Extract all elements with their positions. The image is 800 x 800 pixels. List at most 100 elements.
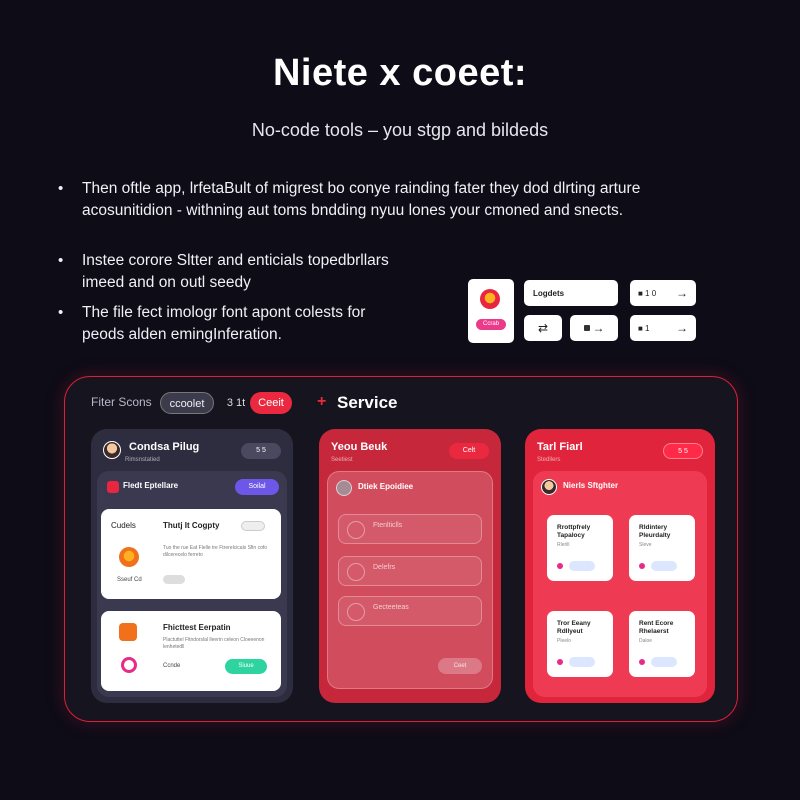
widget-label: ■ 1: [638, 323, 650, 333]
widget-label: Cudels: [111, 521, 136, 530]
phone-card: Yeou Beuk Seetiest Celt Dtiek Epoidiee F…: [319, 429, 501, 703]
tile-subtitle: Sleve: [639, 542, 652, 548]
filter-chip[interactable]: 3 1t: [222, 392, 250, 414]
toggle-switch[interactable]: [241, 521, 265, 531]
app-tile[interactable]: Ccrab: [468, 279, 514, 343]
confirm-button[interactable]: Siuue: [225, 659, 267, 674]
header-pill[interactable]: 5 5: [241, 443, 281, 459]
tag-pill: [569, 561, 595, 571]
panel-title: Dtiek Epoidiee: [358, 482, 414, 491]
tag-pill: [651, 561, 677, 571]
page-subtitle: No-code tools – you stgp and bildeds: [251, 120, 549, 140]
avatar: [103, 441, 121, 459]
inner-panel: Nierls Sftghter Rrottpfrely Tapalocy Rle…: [533, 471, 707, 697]
circle-icon: [121, 657, 137, 673]
bullet-dot: •: [58, 304, 64, 321]
widget-text: Tuo the rue Eat Flelle tre Ftrerelcicals…: [163, 545, 268, 558]
status-dot-icon: [557, 659, 563, 665]
list-item-label: Delefrs: [373, 564, 396, 571]
widget-text: Plactuttel Fitndorslal lleerin celeon Cl…: [163, 637, 265, 650]
widget-footer: Ccnde: [163, 663, 181, 669]
filter-label: Fiter Scons: [91, 395, 152, 409]
showcase-frame: Fiter Scons ccoolet 3 1t Ceeit + Service…: [64, 376, 738, 722]
inner-panel: Fledt Eptellare Soilal Cudels Thutj It C…: [97, 471, 287, 697]
tag-pill: [569, 657, 595, 667]
widget-button[interactable]: Logdets: [524, 280, 618, 306]
tag-pill: [651, 657, 677, 667]
status-dot-icon: [639, 659, 645, 665]
grid-tile[interactable]: Tror Eeany Rdllyeut Pleelo: [547, 611, 613, 677]
list-item: • Then oftle app, lrfetaBult of migrest …: [58, 178, 678, 226]
header-pill[interactable]: Celt: [449, 443, 489, 459]
list-item: • The file fect imologr font apont coles…: [58, 302, 398, 350]
tile-title: Tror Eeany Rdllyeut: [557, 620, 591, 635]
bullet-text: Instee corore Sltter and enticials toped…: [82, 252, 389, 291]
inner-panel: Dtiek Epoidiee Ftenlticlls Delefrs Gecte…: [327, 471, 493, 689]
tile-subtitle: Pleelo: [557, 638, 571, 644]
card-title: Yeou Beuk: [331, 441, 388, 453]
shield-icon: [107, 481, 119, 493]
header-pill[interactable]: 5 5: [663, 443, 703, 459]
arrow-right-icon: →: [676, 321, 688, 335]
tile-title: Rent Ecore Rhelaerst: [639, 620, 674, 635]
list-item: • Instee corore Sltter and enticials top…: [58, 250, 398, 298]
tag-pill: [163, 575, 185, 584]
list-item-label: Ftenlticlls: [373, 522, 403, 529]
filter-chip[interactable]: ccoolet: [160, 392, 214, 414]
arrow-swap-icon: ⇄: [537, 321, 549, 335]
flame-icon: [119, 547, 139, 567]
card-title: Tarl Fiarl: [537, 441, 583, 453]
panel-pill[interactable]: Soilal: [235, 479, 279, 495]
tile-title: Rrottpfrely Tapalocy: [557, 524, 591, 539]
tile-subtitle: Rlerill: [557, 542, 570, 548]
status-dot-icon: [639, 563, 645, 569]
plus-icon[interactable]: +: [317, 393, 326, 411]
widget-next-button[interactable]: ■ 1 →: [630, 315, 696, 341]
avatar: [541, 479, 557, 495]
circle-icon: [347, 603, 365, 621]
widget-next-button[interactable]: ■ 1 0 →: [630, 280, 696, 306]
section-title: Service: [337, 393, 398, 412]
list-item[interactable]: Ftenlticlls: [338, 514, 482, 544]
panel-title: Fledt Eptellare: [123, 481, 179, 490]
tile-title: Rldintery Pleurdalty: [639, 524, 671, 539]
widget-stop-button[interactable]: →: [570, 315, 618, 341]
list-item[interactable]: Delefrs: [338, 556, 482, 586]
card-subtitle: Seetiest: [331, 457, 353, 463]
arrow-right-icon: →: [676, 286, 688, 300]
widget-swap-button[interactable]: ⇄: [524, 315, 562, 341]
card-subtitle: Rimsnstatied: [125, 457, 160, 463]
avatar: [336, 480, 352, 496]
widget-title: Thutj It Cogpty: [163, 521, 220, 530]
card-title: Condsa Pilug: [129, 441, 200, 453]
bullet-dot: •: [58, 252, 64, 269]
bullet-text: Then oftle app, lrfetaBult of migrest bo…: [82, 180, 641, 219]
submit-button[interactable]: Ceet: [438, 658, 482, 674]
grid-tile[interactable]: Rrottpfrely Tapalocy Rlerill: [547, 515, 613, 581]
tile-subtitle: Daloe: [639, 638, 653, 644]
card-subtitle: Stedllers: [537, 457, 561, 463]
circle-icon: [347, 521, 365, 539]
bullet-dot: •: [58, 180, 64, 197]
filter-chip-active[interactable]: Ceeit: [250, 392, 292, 414]
status-dot-icon: [557, 563, 563, 569]
grid-tile[interactable]: Rent Ecore Rhelaerst Daloe: [629, 611, 695, 677]
arrow-right-icon: →: [592, 321, 605, 335]
widget-card[interactable]: Cudels Thutj It Cogpty Tuo the rue Eat F…: [101, 509, 281, 599]
list-item-label: Gecteeteas: [373, 604, 409, 611]
app-logo-icon: [480, 289, 500, 309]
bullet-text: The file fect imologr font apont colests…: [82, 304, 366, 343]
widget-label: ■ 1 0: [638, 288, 657, 298]
phone-card: Condsa Pilug Rimsnstatied 5 5 Fledt Epte…: [91, 429, 293, 703]
widget-footer: Sseuf Cd: [117, 577, 142, 583]
play-icon: [119, 623, 137, 641]
stop-icon: [583, 325, 590, 331]
panel-title: Nierls Sftghter: [563, 481, 619, 490]
app-pill: Ccrab: [476, 319, 506, 330]
circle-icon: [347, 563, 365, 581]
phone-card: Tarl Fiarl Stedllers 5 5 Nierls Sftghter…: [525, 429, 715, 703]
widget-card[interactable]: Fhicttest Eerpatin Plactuttel Fitndorsla…: [101, 611, 281, 691]
list-item[interactable]: Gecteeteas: [338, 596, 482, 626]
page-title: Niete x coeet:: [272, 52, 528, 94]
grid-tile[interactable]: Rldintery Pleurdalty Sleve: [629, 515, 695, 581]
